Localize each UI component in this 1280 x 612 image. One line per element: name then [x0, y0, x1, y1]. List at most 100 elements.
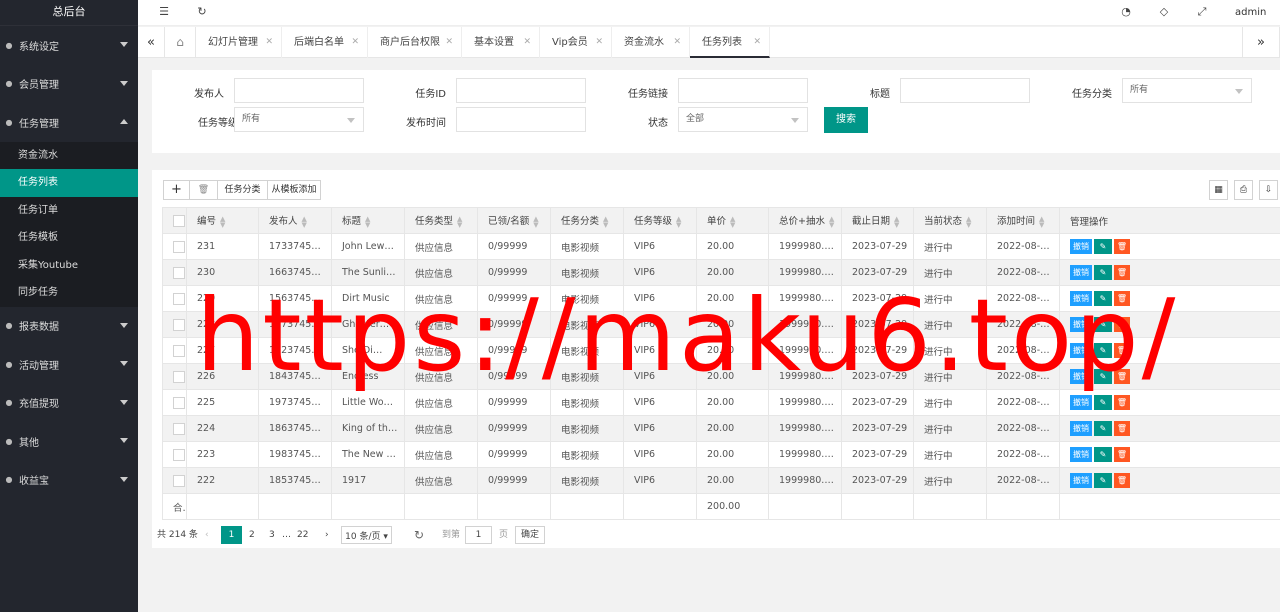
- close-icon[interactable]: ✕: [265, 27, 273, 58]
- close-icon[interactable]: ✕: [595, 27, 603, 58]
- goto-confirm-button[interactable]: 确定: [515, 526, 545, 544]
- edit-icon[interactable]: ✎: [1094, 395, 1112, 410]
- column-header[interactable]: 截止日期 ▲ ▼: [841, 207, 914, 234]
- sort-icon[interactable]: ▲ ▼: [829, 215, 834, 228]
- revoke-button[interactable]: 撤销: [1070, 291, 1092, 306]
- fullscreen-icon[interactable]: ⤢: [1194, 5, 1210, 21]
- delete-icon[interactable]: 🗑: [1114, 291, 1130, 306]
- publish-time-input[interactable]: [456, 107, 586, 132]
- delete-icon[interactable]: 🗑: [1114, 343, 1130, 358]
- page-22[interactable]: 22: [297, 525, 308, 545]
- sort-icon[interactable]: ▲ ▼: [302, 215, 307, 228]
- column-header[interactable]: 总价+抽水 ▲ ▼: [768, 207, 842, 234]
- page-size-select[interactable]: 10 条/页 ▾: [341, 526, 392, 544]
- page-2[interactable]: 2: [249, 525, 255, 545]
- row-checkbox[interactable]: [173, 396, 185, 409]
- row-checkbox[interactable]: [173, 318, 185, 331]
- column-header[interactable]: 单价 ▲ ▼: [696, 207, 769, 234]
- page-3[interactable]: 3: [269, 525, 275, 545]
- delete-icon[interactable]: 🗑: [1114, 421, 1130, 436]
- row-checkbox[interactable]: [173, 292, 185, 305]
- revoke-button[interactable]: 撤销: [1070, 473, 1092, 488]
- prev-page-icon[interactable]: ‹: [205, 525, 209, 545]
- row-checkbox[interactable]: [173, 422, 185, 435]
- close-icon[interactable]: ✕: [673, 27, 681, 58]
- revoke-button[interactable]: 撤销: [1070, 369, 1092, 384]
- column-header[interactable]: 发布人 ▲ ▼: [258, 207, 332, 234]
- sidebar-menu-7[interactable]: ● 收益宝: [0, 461, 138, 500]
- revoke-button[interactable]: 撤销: [1070, 343, 1092, 358]
- task-link-input[interactable]: [678, 78, 808, 103]
- submenu-item[interactable]: 资金流水: [0, 142, 138, 170]
- goto-input[interactable]: 1: [465, 526, 492, 544]
- edit-icon[interactable]: ✎: [1094, 343, 1112, 358]
- submenu-item[interactable]: 采集Youtube: [0, 252, 138, 280]
- edit-icon[interactable]: ✎: [1094, 239, 1112, 254]
- revoke-button[interactable]: 撤销: [1070, 265, 1092, 280]
- delete-icon[interactable]: 🗑: [1114, 317, 1130, 332]
- revoke-button[interactable]: 撤销: [1070, 317, 1092, 332]
- sidebar-menu-5[interactable]: ● 充值提现: [0, 384, 138, 423]
- sort-icon[interactable]: ▲ ▼: [457, 215, 462, 228]
- category-select[interactable]: 所有: [1122, 78, 1252, 103]
- sidebar-menu-2[interactable]: ● 任务管理: [0, 103, 138, 142]
- revoke-button[interactable]: 撤销: [1070, 421, 1092, 436]
- revoke-button[interactable]: 撤销: [1070, 395, 1092, 410]
- row-checkbox[interactable]: [173, 448, 185, 461]
- publisher-input[interactable]: [234, 78, 364, 103]
- tab-item[interactable]: 基本设置 ✕: [462, 27, 540, 58]
- column-header[interactable]: 添加时间 ▲ ▼: [986, 207, 1060, 234]
- sidebar-menu-1[interactable]: ● 会员管理: [0, 65, 138, 104]
- row-checkbox[interactable]: [173, 266, 185, 279]
- submenu-item[interactable]: 任务订单: [0, 197, 138, 225]
- sort-icon[interactable]: ▲ ▼: [533, 215, 538, 228]
- columns-icon[interactable]: ▦: [1209, 180, 1228, 200]
- export-icon[interactable]: ⇩: [1259, 180, 1278, 200]
- tag-icon[interactable]: ◇: [1156, 5, 1172, 21]
- tab-item[interactable]: 后端白名单 ✕: [282, 27, 368, 58]
- from-template-button[interactable]: 从模板添加: [267, 180, 321, 200]
- category-button[interactable]: 任务分类: [217, 180, 268, 200]
- sidebar-menu-0[interactable]: ● 系统设定: [0, 26, 138, 65]
- edit-icon[interactable]: ✎: [1094, 421, 1112, 436]
- delete-icon[interactable]: 🗑: [1114, 473, 1130, 488]
- tab-item[interactable]: 商户后台权限 ✕: [368, 27, 462, 58]
- delete-icon[interactable]: 🗑: [1114, 447, 1130, 462]
- print-icon[interactable]: ⎙: [1234, 180, 1253, 200]
- tab-item[interactable]: 任务列表 ✕: [690, 27, 770, 58]
- sort-icon[interactable]: ▲ ▼: [966, 215, 971, 228]
- sort-icon[interactable]: ▲ ▼: [730, 215, 735, 228]
- delete-icon[interactable]: 🗑: [1114, 265, 1130, 280]
- tab-item[interactable]: Vip会员 ✕: [540, 27, 612, 58]
- column-header[interactable]: 当前状态 ▲ ▼: [913, 207, 987, 234]
- delete-icon[interactable]: 🗑: [1114, 369, 1130, 384]
- submenu-item[interactable]: 同步任务: [0, 279, 138, 307]
- status-select[interactable]: 全部: [678, 107, 808, 132]
- admin-user[interactable]: admin: [1235, 7, 1266, 18]
- column-header[interactable]: 编号 ▲ ▼: [186, 207, 259, 234]
- submenu-item[interactable]: 任务模板: [0, 224, 138, 252]
- column-header[interactable]: 任务分类 ▲ ▼: [550, 207, 624, 234]
- sort-icon[interactable]: ▲ ▼: [220, 215, 225, 228]
- edit-icon[interactable]: ✎: [1094, 369, 1112, 384]
- theme-icon[interactable]: ◔: [1118, 5, 1134, 21]
- row-checkbox[interactable]: [173, 344, 185, 357]
- level-select[interactable]: 所有: [234, 107, 364, 132]
- refresh-page-icon[interactable]: ↻: [414, 525, 424, 545]
- close-icon[interactable]: ✕: [753, 27, 761, 58]
- sort-icon[interactable]: ▲ ▼: [894, 215, 899, 228]
- sort-icon[interactable]: ▲ ▼: [365, 215, 370, 228]
- search-button[interactable]: 搜索: [824, 107, 868, 133]
- page-1[interactable]: 1: [221, 526, 242, 544]
- column-header[interactable]: 任务类型 ▲ ▼: [404, 207, 478, 234]
- close-icon[interactable]: ✕: [351, 27, 359, 58]
- revoke-button[interactable]: 撤销: [1070, 239, 1092, 254]
- tabs-right-icon[interactable]: »: [1242, 27, 1280, 58]
- tabs-left-icon[interactable]: «: [138, 27, 165, 58]
- edit-icon[interactable]: ✎: [1094, 265, 1112, 280]
- row-checkbox[interactable]: [173, 370, 185, 383]
- select-all-checkbox[interactable]: [173, 214, 185, 227]
- sort-icon[interactable]: ▲ ▼: [676, 215, 681, 228]
- task-id-input[interactable]: [456, 78, 586, 103]
- title-input[interactable]: [900, 78, 1030, 103]
